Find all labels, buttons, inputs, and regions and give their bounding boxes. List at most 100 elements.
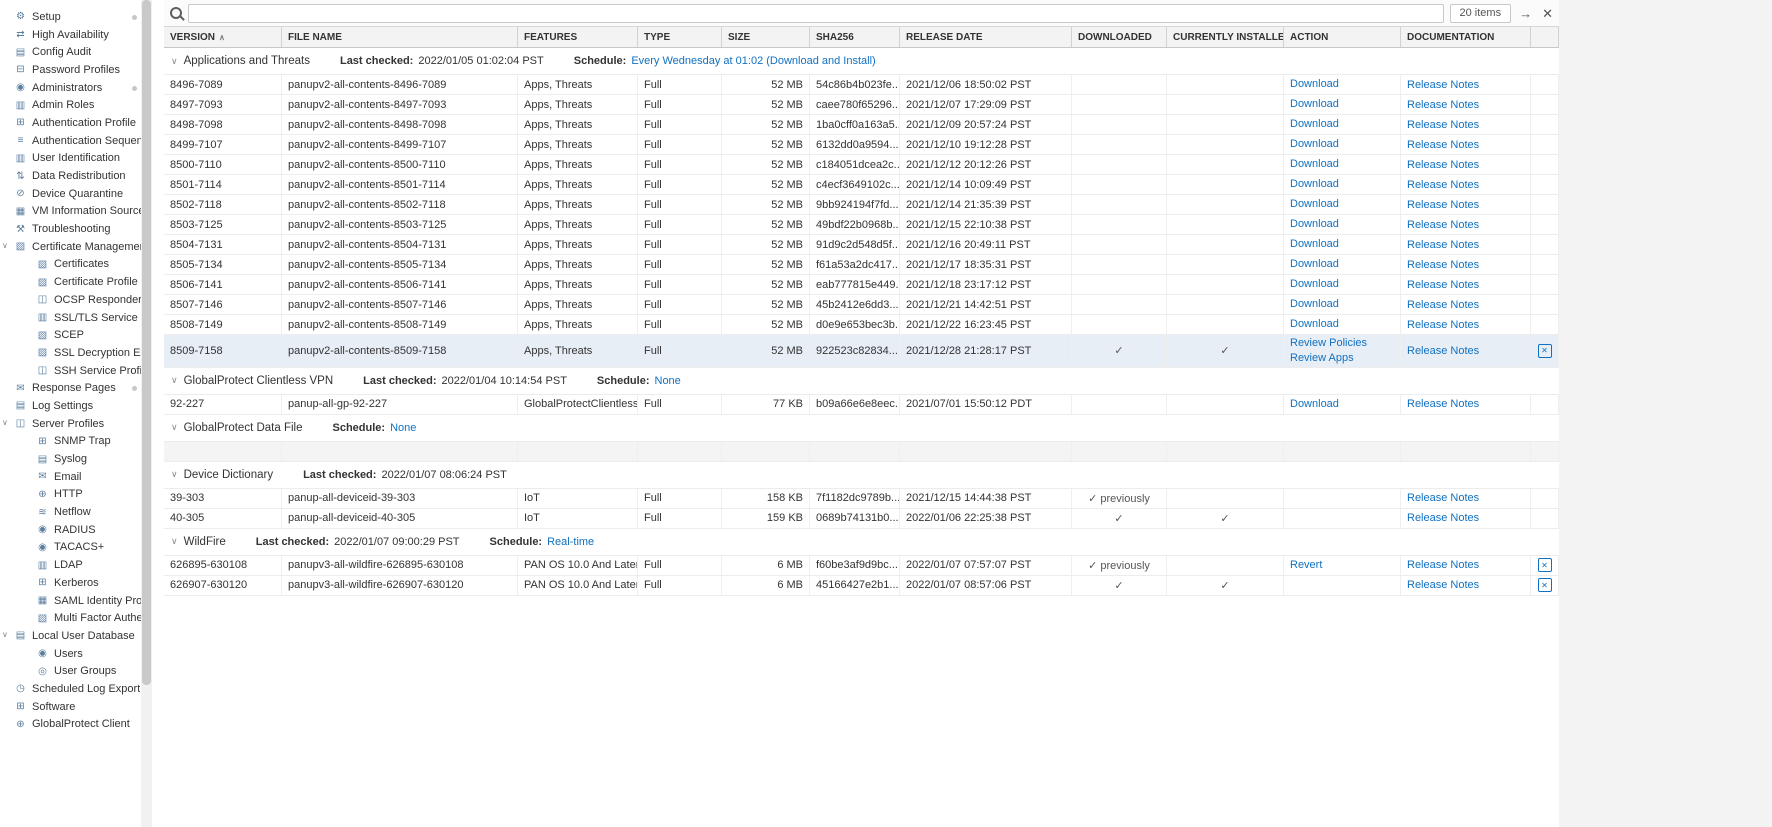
release-notes-link[interactable]: Release Notes (1407, 279, 1479, 291)
sidebar-item-ssl-decryption-exclusio[interactable]: ▨SSL Decryption Exclusio (0, 344, 141, 362)
close-icon[interactable]: ✕ (1540, 7, 1555, 20)
action-link-download[interactable]: Download (1290, 177, 1339, 192)
sidebar-item-http[interactable]: ⊕HTTP (0, 486, 141, 504)
sidebar-item-ldap[interactable]: ▥LDAP (0, 556, 141, 574)
action-link-download[interactable]: Download (1290, 297, 1339, 312)
sidebar-item-certificate-profile[interactable]: ▨Certificate Profile (0, 273, 141, 291)
table-row[interactable]: 8499-7107panupv2-all-contents-8499-7107A… (164, 135, 1559, 155)
sidebar-item-ocsp-responder[interactable]: ◫OCSP Responder (0, 291, 141, 309)
action-link-revert[interactable]: Revert (1290, 558, 1322, 573)
table-row[interactable]: 39-303panup-all-deviceid-39-303IoTFull15… (164, 489, 1559, 509)
release-notes-link[interactable]: Release Notes (1407, 119, 1479, 131)
column-header-currently-installed[interactable]: CURRENTLY INSTALLED (1167, 27, 1284, 47)
column-header-release-date[interactable]: RELEASE DATE (900, 27, 1072, 47)
collapse-chevron-icon[interactable]: ∨ (171, 56, 178, 67)
sidebar-item-authentication-sequence[interactable]: ≡Authentication Sequence (0, 132, 141, 150)
table-row[interactable]: 8498-7098panupv2-all-contents-8498-7098A… (164, 115, 1559, 135)
release-notes-link[interactable]: Release Notes (1407, 79, 1479, 91)
release-notes-link[interactable]: Release Notes (1407, 239, 1479, 251)
table-row[interactable]: 626895-630108panupv3-all-wildfire-626895… (164, 556, 1559, 576)
table-row[interactable]: 8503-7125panupv2-all-contents-8503-7125A… (164, 215, 1559, 235)
sidebar-item-email[interactable]: ✉Email (0, 468, 141, 486)
sidebar-item-radius[interactable]: ◉RADIUS (0, 521, 141, 539)
sidebar-item-data-redistribution[interactable]: ⇅Data Redistribution (0, 167, 141, 185)
sidebar-item-response-pages[interactable]: ✉Response Pages (0, 379, 141, 397)
release-notes-link[interactable]: Release Notes (1407, 139, 1479, 151)
column-header-delete[interactable] (1531, 27, 1559, 47)
action-link-review-policies[interactable]: Review Policies (1290, 336, 1367, 351)
table-row[interactable]: 8507-7146panupv2-all-contents-8507-7146A… (164, 295, 1559, 315)
column-header-downloaded[interactable]: DOWNLOADED (1072, 27, 1167, 47)
release-notes-link[interactable]: Release Notes (1407, 99, 1479, 111)
sidebar-item-password-profiles[interactable]: ⊟Password Profiles (0, 61, 141, 79)
action-link-download[interactable]: Download (1290, 397, 1339, 412)
chevron-down-icon[interactable]: ∨ (2, 630, 8, 639)
table-row[interactable]: 8509-7158panupv2-all-contents-8509-7158A… (164, 335, 1559, 368)
sidebar-item-setup[interactable]: ⚙Setup (0, 8, 141, 26)
release-notes-link[interactable]: Release Notes (1407, 559, 1479, 571)
arrow-right-icon[interactable]: → (1517, 7, 1534, 20)
sidebar-item-authentication-profile[interactable]: ⊞Authentication Profile (0, 114, 141, 132)
sidebar-item-multi-factor-authentica[interactable]: ▧Multi Factor Authentica (0, 609, 141, 627)
sidebar-item-kerberos[interactable]: ⊞Kerberos (0, 574, 141, 592)
search-input[interactable] (188, 4, 1444, 23)
action-link-download[interactable]: Download (1290, 97, 1339, 112)
column-header-documentation[interactable]: DOCUMENTATION (1401, 27, 1531, 47)
sidebar-item-snmp-trap[interactable]: ⊞SNMP Trap (0, 433, 141, 451)
schedule-link[interactable]: None (390, 422, 416, 434)
sidebar-scrollbar-thumb[interactable] (142, 0, 151, 685)
action-link-download[interactable]: Download (1290, 317, 1339, 332)
action-link-download[interactable]: Download (1290, 157, 1339, 172)
release-notes-link[interactable]: Release Notes (1407, 219, 1479, 231)
sidebar-scrollbar[interactable] (141, 0, 152, 827)
delete-download-icon[interactable]: ✕ (1538, 558, 1552, 572)
table-row[interactable]: 40-305panup-all-deviceid-40-305IoTFull15… (164, 509, 1559, 529)
column-header-type[interactable]: TYPE (638, 27, 722, 47)
chevron-down-icon[interactable]: ∨ (2, 418, 8, 427)
table-row[interactable]: 8502-7118panupv2-all-contents-8502-7118A… (164, 195, 1559, 215)
column-header-sha256[interactable]: SHA256 (810, 27, 900, 47)
sidebar-item-user-groups[interactable]: ◎User Groups (0, 662, 141, 680)
release-notes-link[interactable]: Release Notes (1407, 345, 1479, 357)
action-link-review-apps[interactable]: Review Apps (1290, 351, 1354, 366)
action-link-download[interactable]: Download (1290, 117, 1339, 132)
column-header-action[interactable]: ACTION (1284, 27, 1401, 47)
release-notes-link[interactable]: Release Notes (1407, 159, 1479, 171)
chevron-down-icon[interactable]: ∨ (2, 241, 8, 250)
action-link-download[interactable]: Download (1290, 137, 1339, 152)
delete-download-icon[interactable]: ✕ (1538, 344, 1552, 358)
collapse-chevron-icon[interactable]: ∨ (171, 375, 178, 386)
sidebar-item-local-user-database[interactable]: ∨▤Local User Database (0, 627, 141, 645)
release-notes-link[interactable]: Release Notes (1407, 299, 1479, 311)
action-link-download[interactable]: Download (1290, 277, 1339, 292)
table-row[interactable]: 8504-7131panupv2-all-contents-8504-7131A… (164, 235, 1559, 255)
action-link-download[interactable]: Download (1290, 197, 1339, 212)
sidebar-item-software[interactable]: ⊞Software (0, 698, 141, 716)
release-notes-link[interactable]: Release Notes (1407, 398, 1479, 410)
sidebar-item-log-settings[interactable]: ▤Log Settings (0, 397, 141, 415)
table-row[interactable]: 92-227panup-all-gp-92-227GlobalProtectCl… (164, 395, 1559, 415)
sidebar-item-globalprotect-client[interactable]: ⊕GlobalProtect Client (0, 716, 141, 734)
release-notes-link[interactable]: Release Notes (1407, 199, 1479, 211)
column-header-size[interactable]: SIZE (722, 27, 810, 47)
release-notes-link[interactable]: Release Notes (1407, 579, 1479, 591)
sidebar-item-ssh-service-profile[interactable]: ◫SSH Service Profile (0, 362, 141, 380)
action-link-download[interactable]: Download (1290, 77, 1339, 92)
sidebar-item-certificate-management[interactable]: ∨▧Certificate Management (0, 238, 141, 256)
column-header-version[interactable]: VERSION∧ (164, 27, 282, 47)
release-notes-link[interactable]: Release Notes (1407, 319, 1479, 331)
column-header-features[interactable]: FEATURES (518, 27, 638, 47)
column-header-file-name[interactable]: FILE NAME (282, 27, 518, 47)
sidebar-item-certificates[interactable]: ▧Certificates (0, 256, 141, 274)
table-row[interactable]: 8505-7134panupv2-all-contents-8505-7134A… (164, 255, 1559, 275)
schedule-link[interactable]: Real-time (547, 536, 594, 548)
collapse-chevron-icon[interactable]: ∨ (171, 469, 178, 480)
sidebar-item-device-quarantine[interactable]: ⊘Device Quarantine (0, 185, 141, 203)
action-link-download[interactable]: Download (1290, 257, 1339, 272)
sidebar-item-ssl-tls-service-profile[interactable]: ▥SSL/TLS Service Profile (0, 309, 141, 327)
collapse-chevron-icon[interactable]: ∨ (171, 422, 178, 433)
sidebar-item-troubleshooting[interactable]: ⚒Troubleshooting (0, 220, 141, 238)
collapse-chevron-icon[interactable]: ∨ (171, 536, 178, 547)
delete-download-icon[interactable]: ✕ (1538, 578, 1552, 592)
sidebar-item-administrators[interactable]: ◉Administrators (0, 79, 141, 97)
